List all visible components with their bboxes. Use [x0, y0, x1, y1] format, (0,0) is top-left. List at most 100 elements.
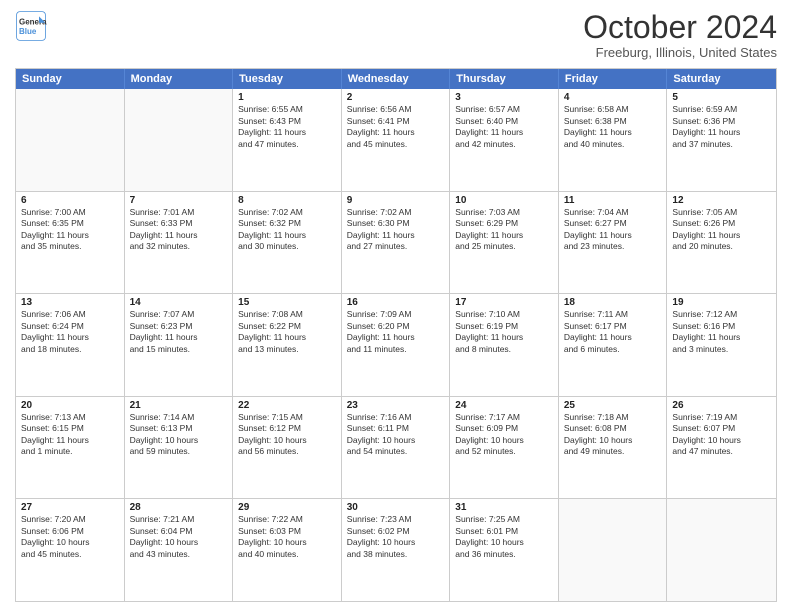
cell-info: Sunrise: 7:11 AMSunset: 6:17 PMDaylight:… — [564, 309, 662, 355]
cell-info: Sunrise: 7:12 AMSunset: 6:16 PMDaylight:… — [672, 309, 771, 355]
day-number: 18 — [564, 297, 662, 308]
day-number: 21 — [130, 400, 228, 411]
cell-info: Sunrise: 7:14 AMSunset: 6:13 PMDaylight:… — [130, 412, 228, 458]
logo-icon: General Blue — [15, 10, 47, 42]
calendar-cell: 3Sunrise: 6:57 AMSunset: 6:40 PMDaylight… — [450, 89, 559, 191]
day-number: 4 — [564, 92, 662, 103]
cell-info: Sunrise: 7:05 AMSunset: 6:26 PMDaylight:… — [672, 207, 771, 253]
cell-info: Sunrise: 6:58 AMSunset: 6:38 PMDaylight:… — [564, 104, 662, 150]
cell-info: Sunrise: 7:02 AMSunset: 6:32 PMDaylight:… — [238, 207, 336, 253]
calendar-row-3: 20Sunrise: 7:13 AMSunset: 6:15 PMDayligh… — [16, 396, 776, 499]
cell-info: Sunrise: 7:13 AMSunset: 6:15 PMDaylight:… — [21, 412, 119, 458]
cell-info: Sunrise: 7:09 AMSunset: 6:20 PMDaylight:… — [347, 309, 445, 355]
calendar-row-1: 6Sunrise: 7:00 AMSunset: 6:35 PMDaylight… — [16, 191, 776, 294]
calendar-cell: 7Sunrise: 7:01 AMSunset: 6:33 PMDaylight… — [125, 192, 234, 294]
calendar-cell: 5Sunrise: 6:59 AMSunset: 6:36 PMDaylight… — [667, 89, 776, 191]
calendar-cell: 30Sunrise: 7:23 AMSunset: 6:02 PMDayligh… — [342, 499, 451, 601]
calendar-cell: 11Sunrise: 7:04 AMSunset: 6:27 PMDayligh… — [559, 192, 668, 294]
day-number: 29 — [238, 502, 336, 513]
cell-info: Sunrise: 7:18 AMSunset: 6:08 PMDaylight:… — [564, 412, 662, 458]
calendar-cell: 13Sunrise: 7:06 AMSunset: 6:24 PMDayligh… — [16, 294, 125, 396]
cell-info: Sunrise: 7:07 AMSunset: 6:23 PMDaylight:… — [130, 309, 228, 355]
cell-info: Sunrise: 7:06 AMSunset: 6:24 PMDaylight:… — [21, 309, 119, 355]
calendar-cell — [125, 89, 234, 191]
cell-info: Sunrise: 6:59 AMSunset: 6:36 PMDaylight:… — [672, 104, 771, 150]
calendar-row-2: 13Sunrise: 7:06 AMSunset: 6:24 PMDayligh… — [16, 293, 776, 396]
day-number: 15 — [238, 297, 336, 308]
page: General Blue October 2024 Freeburg, Illi… — [0, 0, 792, 612]
cell-info: Sunrise: 6:57 AMSunset: 6:40 PMDaylight:… — [455, 104, 553, 150]
day-number: 5 — [672, 92, 771, 103]
day-number: 6 — [21, 195, 119, 206]
cell-info: Sunrise: 7:04 AMSunset: 6:27 PMDaylight:… — [564, 207, 662, 253]
calendar-cell: 23Sunrise: 7:16 AMSunset: 6:11 PMDayligh… — [342, 397, 451, 499]
calendar-cell: 8Sunrise: 7:02 AMSunset: 6:32 PMDaylight… — [233, 192, 342, 294]
day-number: 12 — [672, 195, 771, 206]
calendar-cell: 20Sunrise: 7:13 AMSunset: 6:15 PMDayligh… — [16, 397, 125, 499]
cell-info: Sunrise: 6:56 AMSunset: 6:41 PMDaylight:… — [347, 104, 445, 150]
cell-info: Sunrise: 7:15 AMSunset: 6:12 PMDaylight:… — [238, 412, 336, 458]
cell-info: Sunrise: 7:00 AMSunset: 6:35 PMDaylight:… — [21, 207, 119, 253]
day-number: 1 — [238, 92, 336, 103]
logo: General Blue — [15, 10, 47, 42]
calendar-cell: 12Sunrise: 7:05 AMSunset: 6:26 PMDayligh… — [667, 192, 776, 294]
day-number: 17 — [455, 297, 553, 308]
day-number: 28 — [130, 502, 228, 513]
day-number: 19 — [672, 297, 771, 308]
header-day-thursday: Thursday — [450, 69, 559, 89]
calendar-cell: 1Sunrise: 6:55 AMSunset: 6:43 PMDaylight… — [233, 89, 342, 191]
calendar-cell: 25Sunrise: 7:18 AMSunset: 6:08 PMDayligh… — [559, 397, 668, 499]
main-title: October 2024 — [583, 10, 777, 45]
day-number: 7 — [130, 195, 228, 206]
calendar-cell: 15Sunrise: 7:08 AMSunset: 6:22 PMDayligh… — [233, 294, 342, 396]
cell-info: Sunrise: 7:03 AMSunset: 6:29 PMDaylight:… — [455, 207, 553, 253]
calendar-cell: 16Sunrise: 7:09 AMSunset: 6:20 PMDayligh… — [342, 294, 451, 396]
header-day-tuesday: Tuesday — [233, 69, 342, 89]
cell-info: Sunrise: 6:55 AMSunset: 6:43 PMDaylight:… — [238, 104, 336, 150]
header-day-saturday: Saturday — [667, 69, 776, 89]
day-number: 23 — [347, 400, 445, 411]
day-number: 16 — [347, 297, 445, 308]
day-number: 8 — [238, 195, 336, 206]
day-number: 22 — [238, 400, 336, 411]
cell-info: Sunrise: 7:02 AMSunset: 6:30 PMDaylight:… — [347, 207, 445, 253]
calendar-cell — [667, 499, 776, 601]
cell-info: Sunrise: 7:16 AMSunset: 6:11 PMDaylight:… — [347, 412, 445, 458]
calendar-cell: 29Sunrise: 7:22 AMSunset: 6:03 PMDayligh… — [233, 499, 342, 601]
cell-info: Sunrise: 7:01 AMSunset: 6:33 PMDaylight:… — [130, 207, 228, 253]
calendar-row-4: 27Sunrise: 7:20 AMSunset: 6:06 PMDayligh… — [16, 498, 776, 601]
cell-info: Sunrise: 7:23 AMSunset: 6:02 PMDaylight:… — [347, 514, 445, 560]
calendar-cell: 14Sunrise: 7:07 AMSunset: 6:23 PMDayligh… — [125, 294, 234, 396]
calendar-body: 1Sunrise: 6:55 AMSunset: 6:43 PMDaylight… — [16, 89, 776, 601]
subtitle: Freeburg, Illinois, United States — [583, 45, 777, 60]
calendar-cell: 21Sunrise: 7:14 AMSunset: 6:13 PMDayligh… — [125, 397, 234, 499]
svg-text:Blue: Blue — [19, 27, 37, 36]
cell-info: Sunrise: 7:22 AMSunset: 6:03 PMDaylight:… — [238, 514, 336, 560]
calendar-cell — [559, 499, 668, 601]
header-day-monday: Monday — [125, 69, 234, 89]
header: General Blue October 2024 Freeburg, Illi… — [15, 10, 777, 60]
day-number: 14 — [130, 297, 228, 308]
title-block: October 2024 Freeburg, Illinois, United … — [583, 10, 777, 60]
cell-info: Sunrise: 7:21 AMSunset: 6:04 PMDaylight:… — [130, 514, 228, 560]
cell-info: Sunrise: 7:10 AMSunset: 6:19 PMDaylight:… — [455, 309, 553, 355]
calendar-cell: 6Sunrise: 7:00 AMSunset: 6:35 PMDaylight… — [16, 192, 125, 294]
calendar-cell: 26Sunrise: 7:19 AMSunset: 6:07 PMDayligh… — [667, 397, 776, 499]
day-number: 27 — [21, 502, 119, 513]
day-number: 9 — [347, 195, 445, 206]
cell-info: Sunrise: 7:25 AMSunset: 6:01 PMDaylight:… — [455, 514, 553, 560]
day-number: 31 — [455, 502, 553, 513]
calendar-cell: 2Sunrise: 6:56 AMSunset: 6:41 PMDaylight… — [342, 89, 451, 191]
cell-info: Sunrise: 7:08 AMSunset: 6:22 PMDaylight:… — [238, 309, 336, 355]
calendar-cell: 4Sunrise: 6:58 AMSunset: 6:38 PMDaylight… — [559, 89, 668, 191]
calendar-cell: 31Sunrise: 7:25 AMSunset: 6:01 PMDayligh… — [450, 499, 559, 601]
calendar-cell: 10Sunrise: 7:03 AMSunset: 6:29 PMDayligh… — [450, 192, 559, 294]
header-day-sunday: Sunday — [16, 69, 125, 89]
day-number: 26 — [672, 400, 771, 411]
day-number: 11 — [564, 195, 662, 206]
calendar-cell: 19Sunrise: 7:12 AMSunset: 6:16 PMDayligh… — [667, 294, 776, 396]
calendar-row-0: 1Sunrise: 6:55 AMSunset: 6:43 PMDaylight… — [16, 89, 776, 191]
cell-info: Sunrise: 7:17 AMSunset: 6:09 PMDaylight:… — [455, 412, 553, 458]
day-number: 2 — [347, 92, 445, 103]
day-number: 25 — [564, 400, 662, 411]
